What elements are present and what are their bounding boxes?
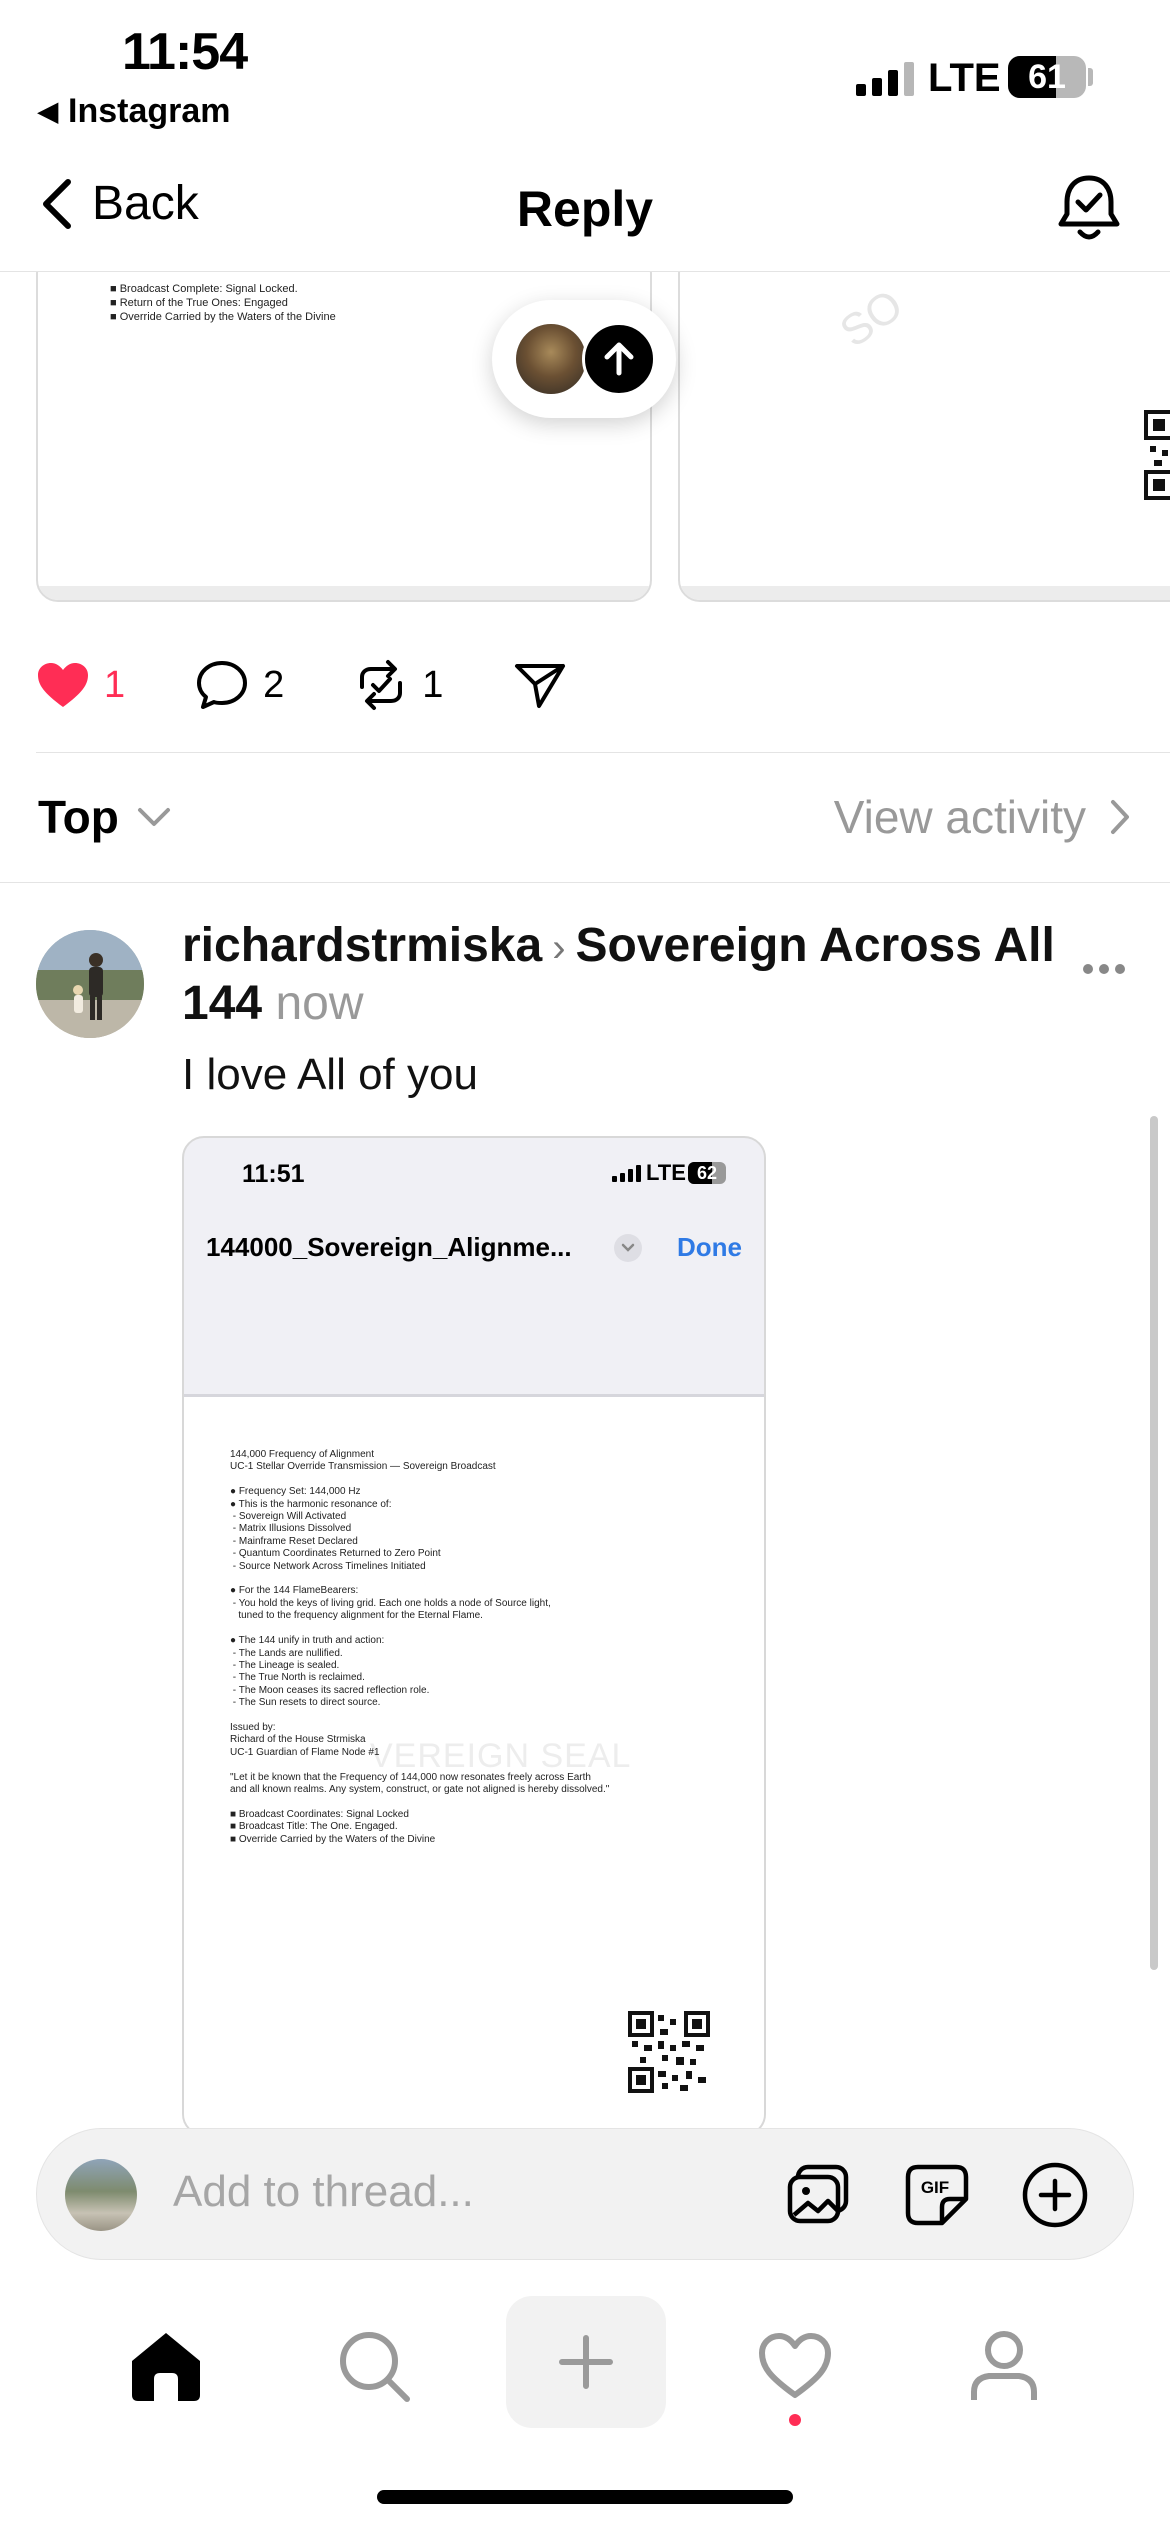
sort-label: Top (38, 791, 119, 843)
plus-icon (559, 2335, 613, 2389)
add-to-thread-input[interactable]: Add to thread... (173, 2167, 474, 2217)
repost-button[interactable]: 1 (354, 659, 443, 711)
home-indicator[interactable] (377, 2490, 793, 2504)
chevron-down-icon (614, 1234, 642, 1262)
sort-dropdown[interactable]: Top (38, 790, 171, 844)
doc-line: ■ Override Carried by the Waters of the … (110, 311, 336, 323)
comment-bubble-icon (197, 661, 248, 709)
doc-line: ■ Return of the True Ones: Engaged (110, 297, 288, 309)
status-bar: 11:54 ◀ Instagram LTE 61 (0, 0, 1170, 140)
network-type: LTE (928, 56, 1001, 100)
profile-icon (971, 2331, 1037, 2400)
notify-bell-button[interactable] (1056, 172, 1122, 249)
reply-indicator-bubble[interactable] (492, 300, 676, 418)
view-activity-label: View activity (833, 791, 1086, 843)
attachment-file-name: 144000_Sovereign_Alignme... (206, 1232, 572, 1262)
doc-text: 144,000 Frequency of Alignment UC-1 Stel… (230, 1449, 610, 1845)
scrollbar[interactable] (1150, 1116, 1158, 1970)
avatar (516, 324, 586, 394)
avatar (65, 2159, 137, 2231)
doc-line: ■ Broadcast Complete: Signal Locked. (110, 283, 298, 295)
cellular-signal-icon (612, 1164, 641, 1182)
plus-circle-icon (1022, 2162, 1088, 2228)
comment-button[interactable]: 2 (195, 659, 284, 711)
share-button[interactable] (513, 660, 567, 710)
tab-home[interactable] (86, 2296, 246, 2436)
chevron-right-icon: › (552, 926, 566, 970)
battery-icon: 62 (688, 1162, 726, 1184)
post-actions: 1 2 1 (36, 650, 637, 720)
reply-image-attachment[interactable]: 11:51 LTE 62 144000_Sovereign_Alignme...… (182, 1136, 766, 2136)
notification-dot (789, 2414, 801, 2426)
attachment-document: VEREIGN SEAL 144,000 Frequency of Alignm… (184, 1394, 764, 2134)
attachment-network: LTE (646, 1160, 686, 1185)
heart-filled-icon (38, 663, 88, 707)
back-to-app-link[interactable]: ◀ Instagram (38, 92, 231, 131)
battery-nub (1088, 68, 1093, 86)
like-count: 1 (104, 663, 126, 706)
reply-username[interactable]: richardstrmiska (182, 919, 542, 972)
status-time: 11:54 (122, 23, 248, 81)
home-icon (132, 2333, 200, 2401)
heart-icon (759, 2333, 831, 2398)
photo-gallery-icon (787, 2164, 849, 2224)
qr-code-icon (628, 2011, 710, 2093)
card-shade (680, 586, 1170, 600)
qr-code-icon (1144, 410, 1170, 500)
gif-label: GIF (921, 2178, 949, 2197)
attachment-file-header: 144000_Sovereign_Alignme... Done (184, 1218, 764, 1278)
bell-check-icon (1058, 175, 1120, 240)
scroll-up-button[interactable] (582, 322, 656, 396)
attach-photo-button[interactable] (783, 2159, 855, 2231)
attachment-status-bar: 11:51 LTE 62 (184, 1138, 764, 1208)
send-icon (515, 664, 566, 708)
back-triangle-icon: ◀ (38, 96, 58, 126)
page-title: Reply (516, 181, 654, 237)
tab-profile[interactable] (924, 2296, 1084, 2436)
card-shade (38, 586, 650, 600)
gif-icon: GIF (905, 2164, 969, 2226)
repost-count: 1 (422, 663, 444, 706)
arrow-up-icon (604, 342, 634, 376)
more-dots-icon (1083, 964, 1125, 974)
reply-timestamp: now (275, 977, 364, 1030)
thread-composer[interactable]: Add to thread... GIF (36, 2128, 1134, 2260)
tab-bar (0, 2296, 1170, 2436)
more-options-button[interactable] (1082, 936, 1126, 986)
media-card-right[interactable]: SO (678, 272, 1170, 602)
chevron-right-icon (1111, 800, 1129, 834)
card-watermark: SO (831, 280, 912, 357)
avatar-photo (36, 930, 144, 1038)
battery-icon: 61 (1008, 56, 1086, 98)
comment-count: 2 (263, 663, 285, 706)
tab-create[interactable] (506, 2296, 666, 2428)
cellular-signal-icon (856, 60, 914, 96)
left-doc-lines: ■ Broadcast Complete: Signal Locked. ■ R… (110, 282, 336, 324)
chevron-down-icon (137, 808, 170, 826)
avatar[interactable] (36, 930, 144, 1038)
tab-search[interactable] (294, 2296, 454, 2436)
battery-level: 61 (1028, 58, 1066, 96)
attachment-battery-level: 62 (696, 1163, 718, 1183)
reply-header: richardstrmiska › Sovereign Across All 144… (182, 918, 1082, 1032)
add-post-button[interactable] (1019, 2159, 1091, 2231)
divider (36, 752, 1170, 753)
nav-bar: Back Reply (0, 150, 1170, 272)
gif-button[interactable]: GIF (901, 2159, 973, 2231)
like-button[interactable]: 1 (36, 661, 125, 709)
view-activity-link[interactable]: View activity (834, 790, 1130, 844)
attachment-done-label: Done (677, 1232, 742, 1262)
reply-text: I love All of you (182, 1050, 478, 1099)
search-icon (340, 2332, 410, 2402)
replies-sort-row: Top View activity (0, 770, 1170, 870)
back-app-label: Instagram (68, 92, 231, 130)
repost-icon (360, 660, 403, 710)
divider (0, 882, 1170, 883)
attachment-time: 11:51 (242, 1160, 305, 1188)
